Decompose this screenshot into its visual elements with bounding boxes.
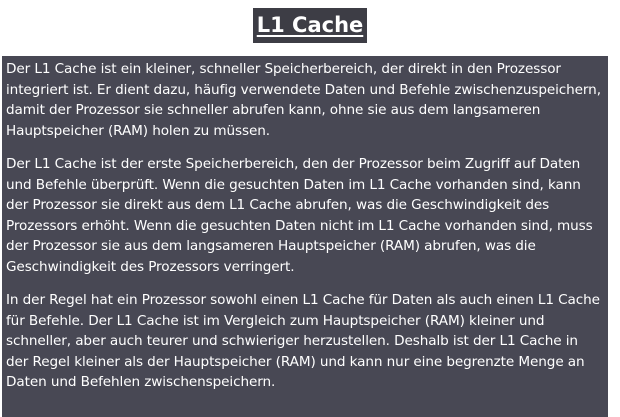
paragraph-3: In der Regel hat ein Prozessor sowohl ei…	[6, 292, 600, 390]
page-title: L1 Cache	[252, 8, 368, 43]
title-container: L1 Cache	[0, 8, 620, 43]
paragraph-1: Der L1 Cache ist ein kleiner, schneller …	[6, 61, 601, 139]
content-box: Der L1 Cache ist ein kleiner, schneller …	[2, 56, 608, 417]
paragraph-2: Der L1 Cache ist der erste Speicherberei…	[6, 156, 593, 275]
